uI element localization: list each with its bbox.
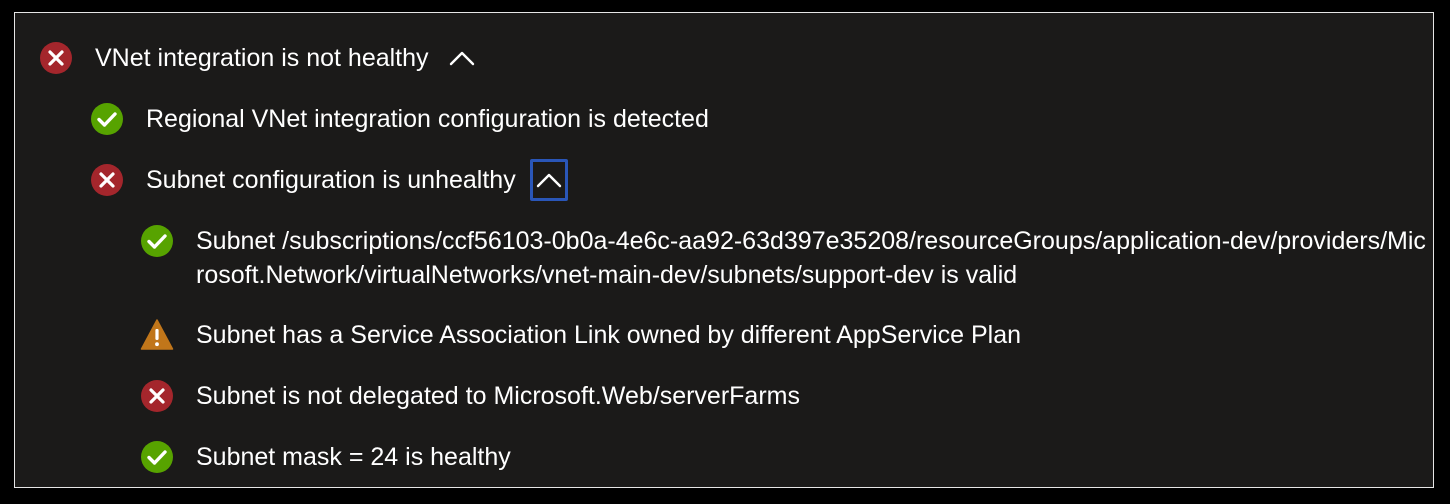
tree-item-subnet-config: Subnet configuration is unhealthy bbox=[90, 159, 568, 201]
error-icon bbox=[91, 164, 123, 196]
subnet-valid-label: Subnet /subscriptions/ccf56103-0b0a-4e6c… bbox=[196, 227, 1426, 289]
warning-icon bbox=[140, 319, 174, 350]
regional-config-label: Regional VNet integration configuration … bbox=[146, 105, 709, 133]
error-icon bbox=[40, 42, 72, 74]
tree-item-vnet-integration: VNet integration is not healthy bbox=[39, 41, 481, 79]
error-icon bbox=[141, 380, 173, 412]
tree-item-subnet-mask: Subnet mask = 24 is healthy bbox=[140, 440, 511, 474]
vnet-diagnostics-panel: VNet integration is not healthy Regional… bbox=[14, 12, 1434, 488]
service-association-link-label: Subnet has a Service Association Link ow… bbox=[196, 321, 1022, 349]
success-icon bbox=[141, 225, 173, 257]
tree-item-service-association-link: Subnet has a Service Association Link ow… bbox=[140, 318, 1021, 352]
tree-item-subnet-valid: Subnet /subscriptions/ccf56103-0b0a-4e6c… bbox=[140, 224, 1426, 292]
subnet-config-label: Subnet configuration is unhealthy bbox=[146, 166, 516, 194]
tree-item-regional-config: Regional VNet integration configuration … bbox=[90, 102, 709, 136]
subnet-mask-label: Subnet mask = 24 is healthy bbox=[196, 443, 511, 471]
success-icon bbox=[91, 103, 123, 135]
chevron-up-icon bbox=[536, 173, 561, 188]
success-icon bbox=[141, 441, 173, 473]
collapse-vnet-integration-button[interactable] bbox=[443, 37, 481, 79]
vnet-integration-label: VNet integration is not healthy bbox=[95, 44, 429, 72]
collapse-subnet-config-button[interactable] bbox=[529, 159, 568, 201]
subnet-delegation-label: Subnet is not delegated to Microsoft.Web… bbox=[196, 382, 800, 410]
tree-item-subnet-delegation: Subnet is not delegated to Microsoft.Web… bbox=[140, 379, 800, 413]
chevron-up-icon bbox=[449, 51, 474, 66]
